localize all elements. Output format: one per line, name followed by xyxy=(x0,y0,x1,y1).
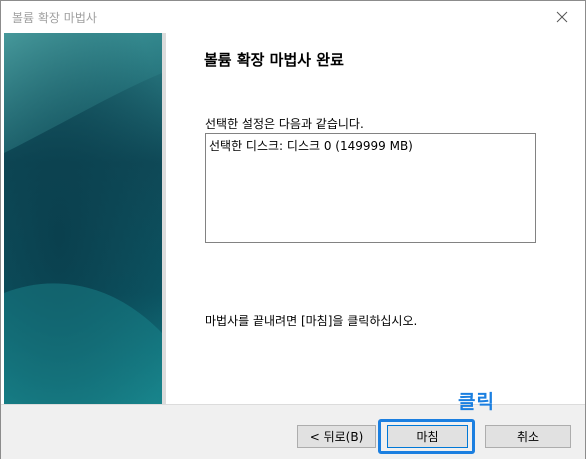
cancel-button[interactable]: 취소 xyxy=(485,425,571,448)
finish-instruction: 마법사를 끝내려면 [마침]을 클릭하십시오. xyxy=(205,314,418,328)
title-bar: 볼륨 확장 마법사 xyxy=(1,1,585,32)
side-divider xyxy=(162,33,166,404)
click-annotation: 클릭 xyxy=(458,391,495,413)
wizard-window: 볼륨 확장 마법사 볼륨 확장 마법사 완료 선택한 설정은 다음과 같습니다.… xyxy=(0,0,586,459)
close-icon xyxy=(556,11,568,22)
wizard-content: 볼륨 확장 마법사 완료 선택한 설정은 다음과 같습니다. 선택한 디스크: … xyxy=(1,32,585,404)
window-title: 볼륨 확장 마법사 xyxy=(12,11,97,25)
finish-button[interactable]: 마침 xyxy=(387,425,468,448)
wizard-side-graphic xyxy=(4,33,162,404)
page-title: 볼륨 확장 마법사 완료 xyxy=(204,51,344,69)
back-button[interactable]: < 뒤로(B) xyxy=(297,425,376,448)
settings-summary-box[interactable]: 선택한 디스크: 디스크 0 (149999 MB) xyxy=(205,133,536,243)
close-button[interactable] xyxy=(539,1,585,32)
settings-label: 선택한 설정은 다음과 같습니다. xyxy=(205,117,364,131)
settings-summary-text: 선택한 디스크: 디스크 0 (149999 MB) xyxy=(209,139,413,153)
button-bar: < 뒤로(B) 마침 취소 xyxy=(1,404,585,459)
